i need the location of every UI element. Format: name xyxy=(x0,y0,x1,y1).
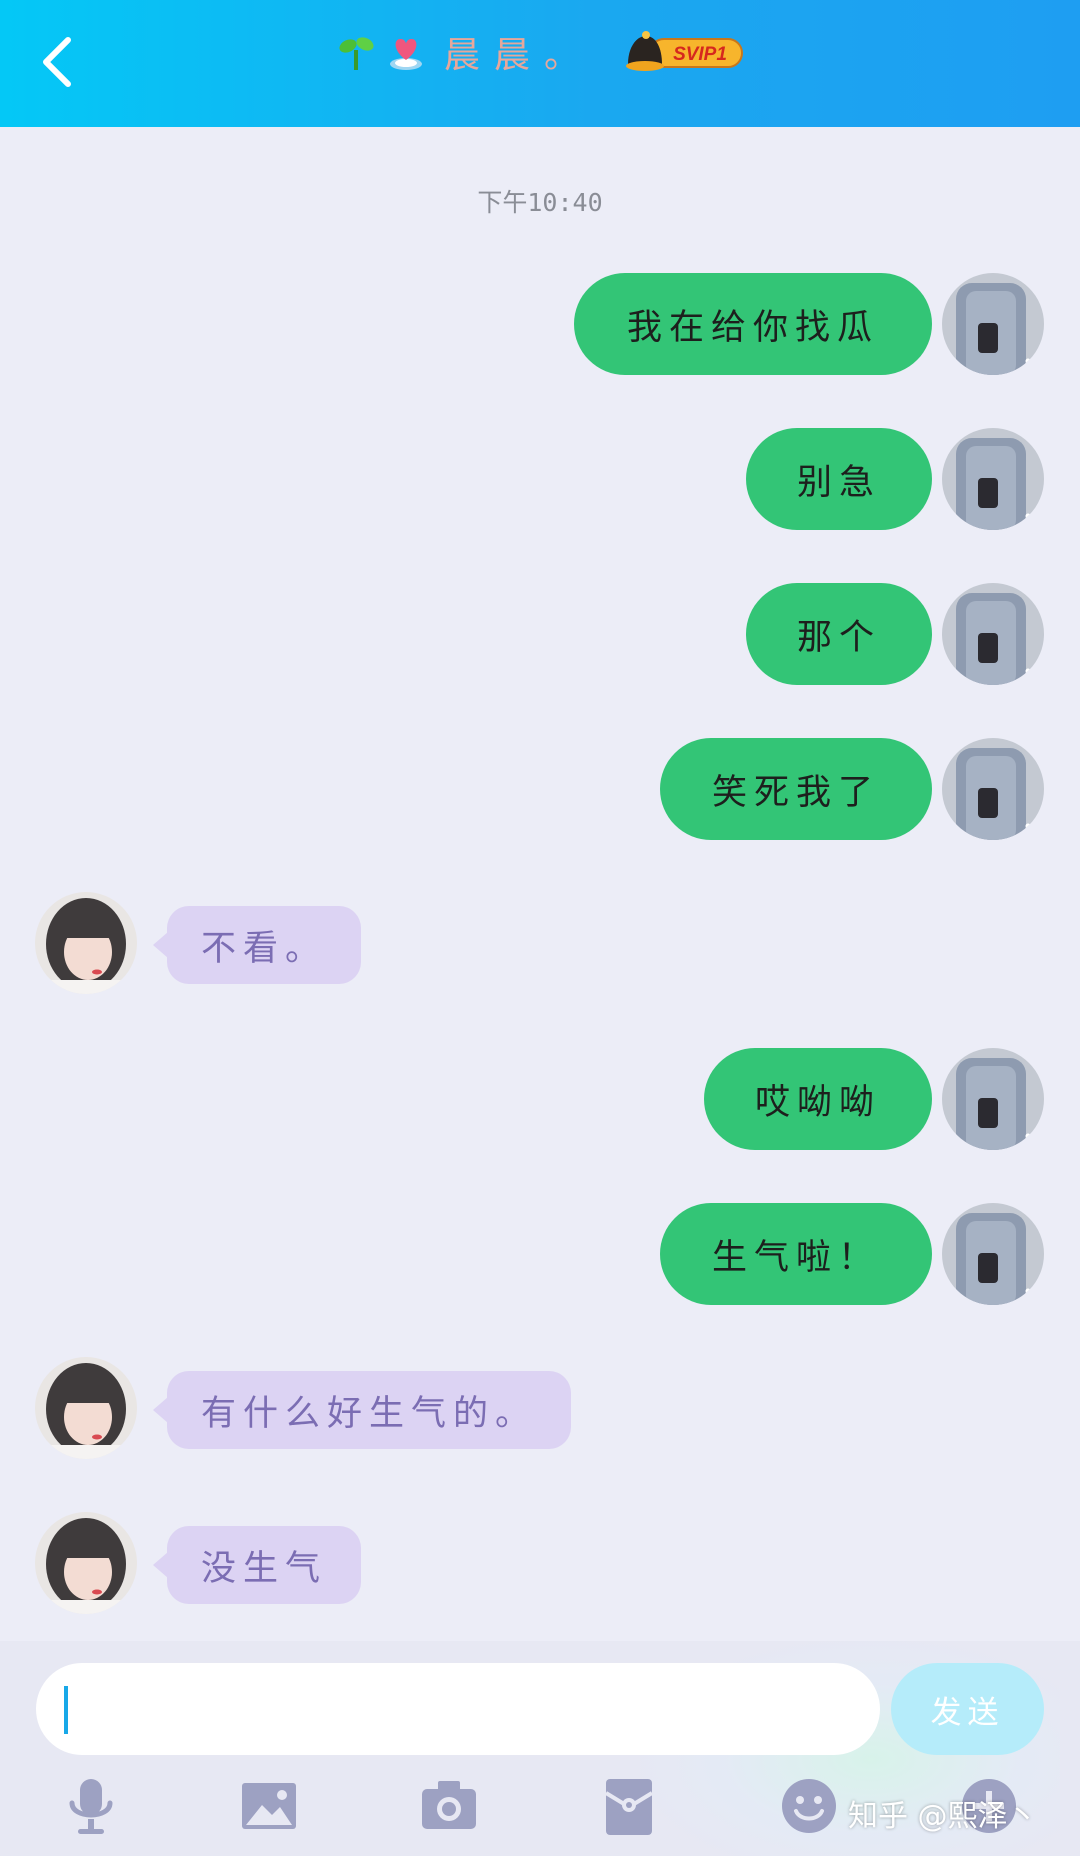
red-packet-icon[interactable] xyxy=(598,1775,660,1837)
message-bubble-incoming[interactable]: 不看。 xyxy=(152,906,362,984)
sprout-icon xyxy=(339,37,374,71)
message-bubble-outgoing[interactable]: 笑死我了 xyxy=(660,738,932,840)
send-button[interactable]: 发送 xyxy=(891,1663,1044,1755)
message-row-incoming: 没生气 xyxy=(0,1512,1080,1616)
my-avatar[interactable] xyxy=(942,738,1044,840)
heart-gift-icon xyxy=(389,38,422,70)
message-bubble-incoming[interactable]: 没生气 xyxy=(152,1526,362,1604)
message-bubble-incoming[interactable]: 有什么好生气的。 xyxy=(152,1371,572,1449)
message-row-incoming: 不看。 xyxy=(0,892,1080,996)
watermark: 知乎 @熙泽丶 xyxy=(848,1799,1038,1834)
message-row-incoming: 有什么好生气的。 xyxy=(0,1357,1080,1461)
svip-badge-label: SVIP1 xyxy=(673,44,727,65)
message-row-outgoing: 别急 xyxy=(0,428,1080,532)
image-icon[interactable] xyxy=(238,1775,300,1837)
text-cursor xyxy=(64,1686,68,1734)
my-avatar[interactable] xyxy=(942,1203,1044,1305)
my-avatar[interactable] xyxy=(942,428,1044,530)
message-input[interactable] xyxy=(36,1663,880,1755)
message-row-outgoing: 生气啦！ xyxy=(0,1203,1080,1307)
input-panel: 发送 知乎 @熙泽丶 xyxy=(0,1641,1080,1856)
message-bubble-outgoing[interactable]: 别急 xyxy=(746,428,932,530)
microphone-icon[interactable] xyxy=(60,1775,122,1837)
message-timestamp: 下午10:40 xyxy=(477,188,603,217)
emoji-icon[interactable] xyxy=(778,1775,840,1837)
message-row-outgoing: 笑死我了 xyxy=(0,738,1080,842)
my-avatar[interactable] xyxy=(942,1048,1044,1150)
contact-avatar[interactable] xyxy=(35,1512,137,1614)
message-bubble-outgoing[interactable]: 哎呦呦 xyxy=(704,1048,932,1150)
my-avatar[interactable] xyxy=(942,583,1044,685)
message-row-outgoing: 那个 xyxy=(0,583,1080,687)
chat-title: 晨晨。 xyxy=(443,35,594,76)
my-avatar[interactable] xyxy=(942,273,1044,375)
message-row-outgoing: 哎呦呦 xyxy=(0,1048,1080,1152)
message-row-outgoing: 我在给你找瓜 xyxy=(0,273,1080,377)
message-bubble-outgoing[interactable]: 那个 xyxy=(746,583,932,685)
message-bubble-outgoing[interactable]: 生气啦！ xyxy=(660,1203,932,1305)
chat-header: 晨晨。 SVIP1 xyxy=(0,0,1080,127)
svip-badge: SVIP1 xyxy=(626,31,743,71)
contact-avatar[interactable] xyxy=(35,1357,137,1459)
chat-title-area[interactable]: 晨晨。 SVIP1 xyxy=(0,24,1080,80)
message-bubble-outgoing[interactable]: 我在给你找瓜 xyxy=(574,273,932,375)
contact-avatar[interactable] xyxy=(35,892,137,994)
camera-icon[interactable] xyxy=(418,1775,480,1837)
